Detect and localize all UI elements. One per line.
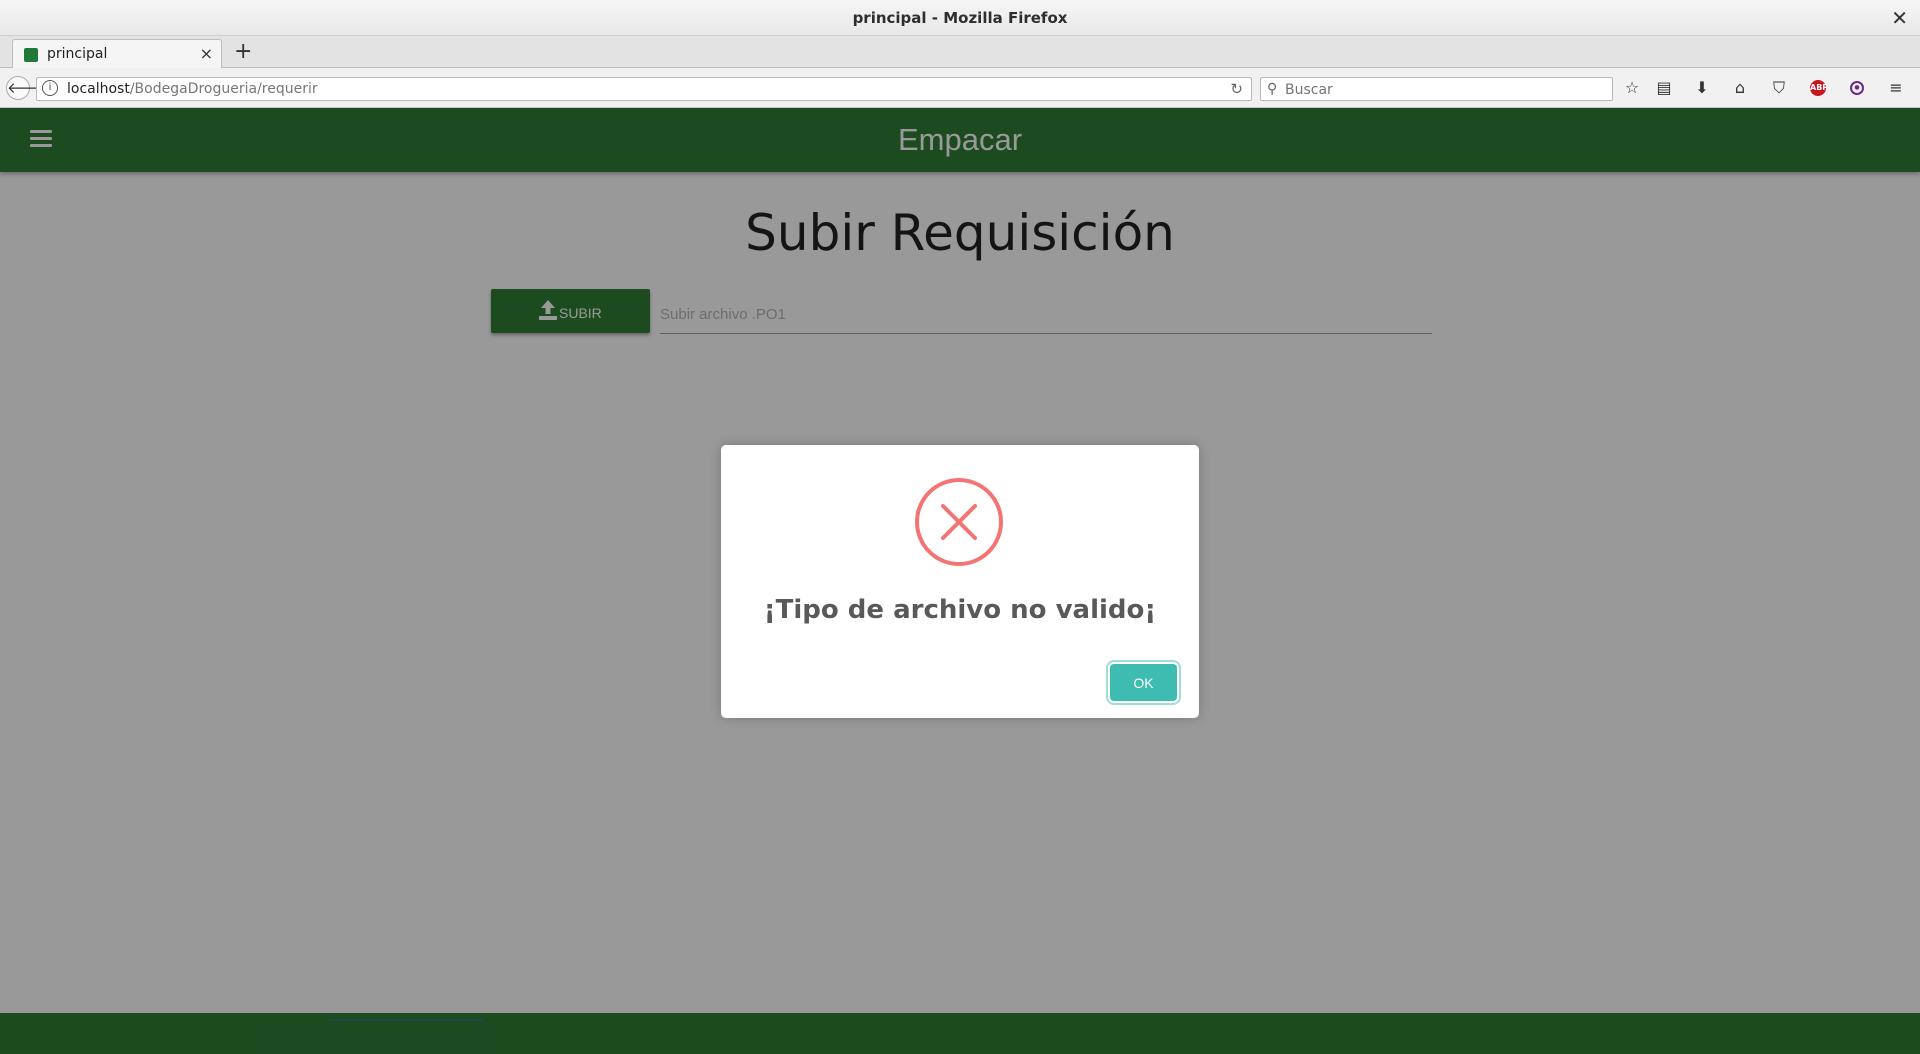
url-path: /BodegaDrogueria/requerir [129, 81, 318, 97]
url-text[interactable]: localhost/BodegaDrogueria/requerir [67, 78, 318, 100]
error-dialog: ¡Tipo de archivo no valido¡ OK [721, 445, 1199, 718]
url-host: localhost [67, 81, 130, 97]
home-icon[interactable]: ⌂ [1728, 76, 1752, 100]
search-input[interactable] [1283, 79, 1607, 101]
back-icon[interactable]: 🡐 [6, 76, 47, 100]
tab-favicon-icon [24, 48, 38, 62]
tab-label: principal [47, 46, 108, 62]
tab-principal[interactable]: principal × [12, 39, 222, 68]
window-close-icon[interactable]: ✕ [1891, 0, 1908, 36]
reload-icon[interactable]: ↻ [1230, 78, 1243, 100]
menu-icon[interactable]: ≡ [1884, 76, 1908, 100]
adblock-plus-icon[interactable]: ABP [1810, 80, 1828, 96]
error-x-icon [915, 478, 1003, 566]
bookmark-star-icon[interactable]: ☆ [1620, 76, 1644, 100]
tor-extension-icon[interactable]: ● [1850, 81, 1864, 95]
navigation-bar: 🡐 i localhost/BodegaDrogueria/requerir ↻… [0, 68, 1920, 108]
reader-view-icon[interactable]: ▤ [1652, 76, 1676, 100]
window-title: principal - Mozilla Firefox [852, 9, 1068, 27]
error-message: ¡Tipo de archivo no valido¡ [763, 595, 1157, 625]
tab-bar: principal × [0, 36, 1920, 68]
downloads-icon[interactable]: ⬇ [1690, 76, 1714, 100]
pocket-icon[interactable]: ⛉ [1767, 76, 1791, 100]
new-tab-button[interactable]: + [234, 36, 252, 68]
page-content: Empacar Subir Requisición SUBIR ¡Tipo de… [0, 108, 1920, 1054]
window-titlebar: principal - Mozilla Firefox ✕ [0, 0, 1920, 36]
search-bar[interactable]: ⚲ [1260, 77, 1613, 101]
tab-close-icon[interactable]: × [200, 40, 213, 68]
url-bar[interactable]: i localhost/BodegaDrogueria/requerir ↻ [36, 77, 1252, 101]
info-icon[interactable]: i [42, 80, 58, 96]
search-icon: ⚲ [1267, 81, 1278, 97]
ok-button[interactable]: OK [1110, 664, 1177, 701]
